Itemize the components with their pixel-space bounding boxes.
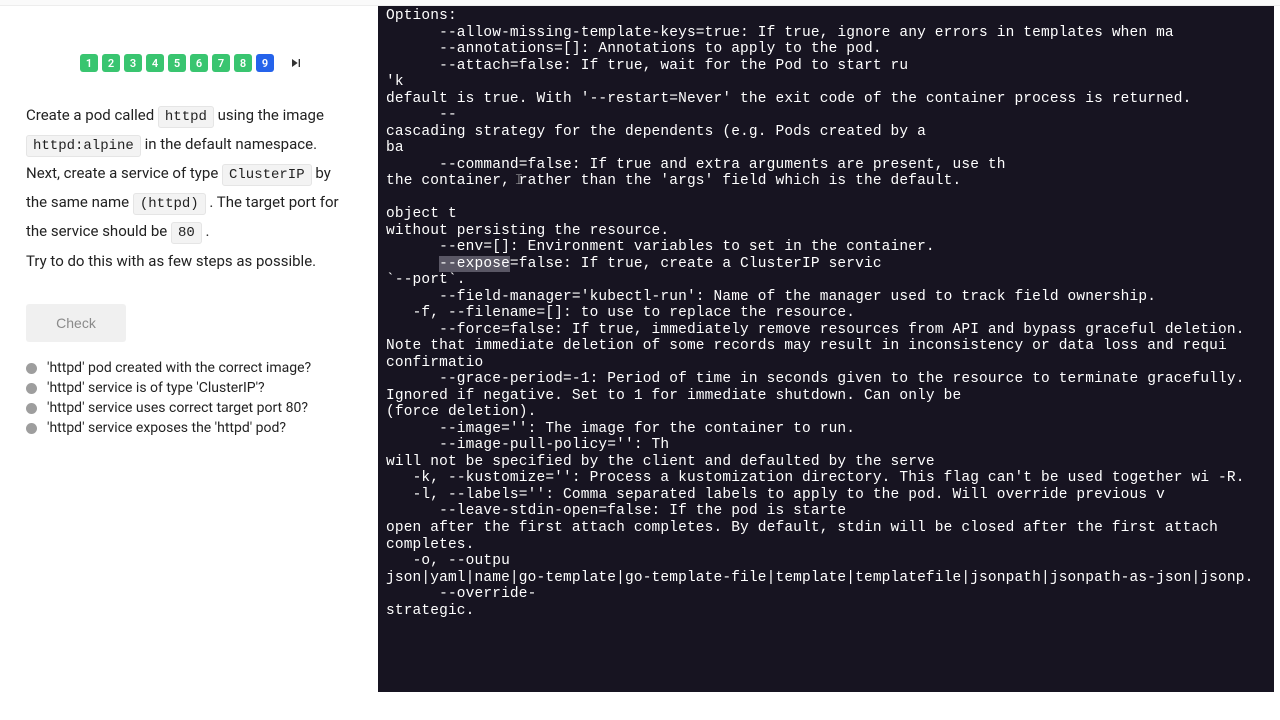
instr-text: . — [206, 222, 210, 240]
bullet-icon — [26, 363, 37, 374]
page-btn-9[interactable]: 9 — [256, 54, 274, 72]
page-btn-2[interactable]: 2 — [102, 54, 120, 72]
terminal-highlight: --expose — [439, 256, 510, 272]
terminal-output: =false: If true, create a ClusterIP serv… — [386, 256, 1253, 619]
main-layout: 1 2 3 4 5 6 7 8 9 Create a pod called ht… — [0, 6, 1280, 720]
checklist-item: 'httpd' service uses correct target port… — [26, 400, 352, 416]
page-btn-4[interactable]: 4 — [146, 54, 164, 72]
scrollbar-thumb[interactable] — [1274, 6, 1280, 383]
code-httpd: httpd — [158, 106, 214, 128]
checklist-item: 'httpd' pod created with the correct ima… — [26, 360, 352, 376]
code-image: httpd:alpine — [26, 135, 141, 157]
page-btn-8[interactable]: 8 — [234, 54, 252, 72]
instructions-text: Create a pod called httpd using the imag… — [26, 102, 352, 278]
code-clusterip: ClusterIP — [222, 164, 312, 186]
page-btn-6[interactable]: 6 — [190, 54, 208, 72]
terminal[interactable]: Options: --allow-missing-template-keys=t… — [378, 6, 1274, 692]
code-port: 80 — [171, 222, 202, 244]
checklist: 'httpd' pod created with the correct ima… — [26, 360, 352, 440]
checklist-item: 'httpd' service exposes the 'httpd' pod? — [26, 420, 352, 436]
instr-text: Create a pod called — [26, 106, 158, 124]
instr-hint: Try to do this with as few steps as poss… — [26, 248, 352, 276]
bullet-icon — [26, 423, 37, 434]
skip-end-button[interactable] — [288, 55, 304, 71]
bullet-icon — [26, 383, 37, 394]
page-btn-7[interactable]: 7 — [212, 54, 230, 72]
bullet-icon — [26, 403, 37, 414]
terminal-output: Options: --allow-missing-template-keys=t… — [386, 8, 1191, 272]
page-btn-3[interactable]: 3 — [124, 54, 142, 72]
page-btn-1[interactable]: 1 — [80, 54, 98, 72]
check-button[interactable]: Check — [26, 304, 126, 342]
scrollbar[interactable] — [1274, 6, 1280, 692]
checklist-item: 'httpd' service is of type 'ClusterIP'? — [26, 380, 352, 396]
instr-text: using the image — [218, 106, 324, 124]
pagination: 1 2 3 4 5 6 7 8 9 — [80, 54, 352, 72]
code-name: (httpd) — [133, 193, 206, 215]
terminal-container: Options: --allow-missing-template-keys=t… — [378, 6, 1280, 720]
left-panel: 1 2 3 4 5 6 7 8 9 Create a pod called ht… — [0, 6, 378, 720]
page-btn-5[interactable]: 5 — [168, 54, 186, 72]
skip-end-icon — [288, 55, 304, 71]
